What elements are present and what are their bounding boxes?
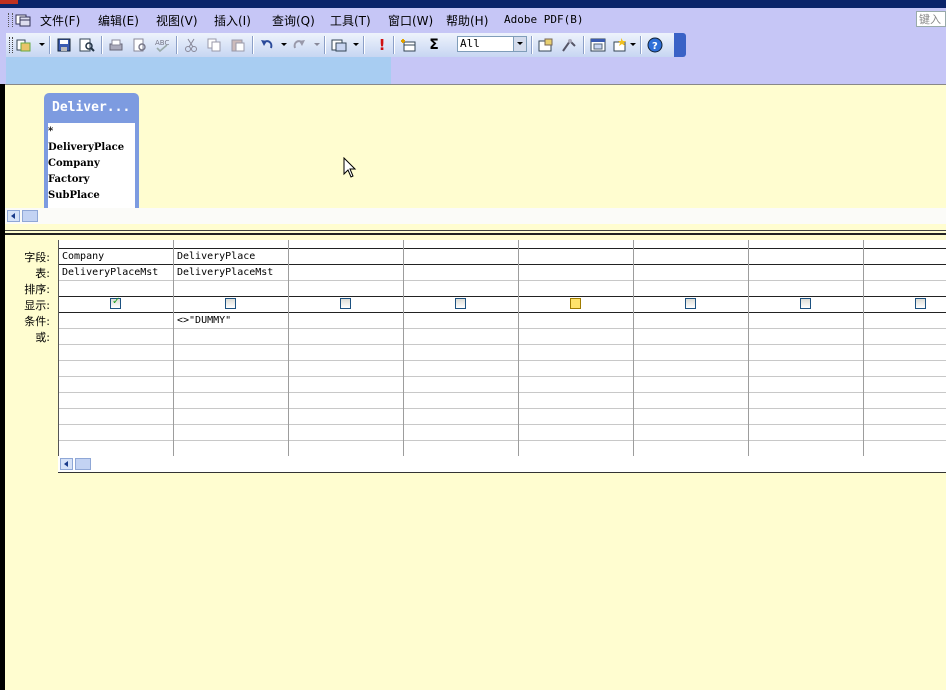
- show-checkbox[interactable]: [225, 298, 236, 309]
- new-object-icon[interactable]: [612, 37, 628, 53]
- toolbar-dock-area: [6, 56, 391, 84]
- table-pane-scrollbar[interactable]: [5, 208, 946, 224]
- view-icon[interactable]: [16, 37, 32, 53]
- toolbar-separator: [640, 36, 642, 54]
- field-list-item[interactable]: *: [48, 126, 53, 137]
- table-pane: [5, 85, 946, 208]
- undo-dropdown-arrow[interactable]: [281, 43, 287, 46]
- menu-grip[interactable]: [8, 13, 13, 27]
- toolbar-separator: [393, 36, 395, 54]
- table-field-list[interactable]: Deliver... * DeliveryPlace Company Facto…: [44, 93, 139, 208]
- redo-dropdown-arrow[interactable]: [314, 43, 320, 46]
- toolbar-separator: [252, 36, 254, 54]
- paste-icon[interactable]: [230, 37, 246, 53]
- menu-window[interactable]: 窗口(W): [388, 12, 433, 29]
- menu-query[interactable]: 查询(Q): [272, 12, 315, 29]
- toolbar-options-button[interactable]: [674, 33, 686, 57]
- print-icon[interactable]: [108, 37, 124, 53]
- grid-cell-table[interactable]: DeliveryPlaceMst: [177, 267, 273, 278]
- field-list-item[interactable]: DeliveryPlace: [48, 142, 124, 153]
- show-checkbox[interactable]: [455, 298, 466, 309]
- show-checkbox[interactable]: [800, 298, 811, 309]
- field-list-item[interactable]: Company: [48, 158, 100, 169]
- show-table-icon[interactable]: [400, 37, 416, 53]
- print-preview-icon[interactable]: [132, 37, 148, 53]
- row-label-table: 表:: [35, 267, 50, 280]
- top-values-combo[interactable]: All: [457, 36, 527, 52]
- scroll-thumb[interactable]: [22, 210, 38, 222]
- toolbar-separator: [49, 36, 51, 54]
- grid-left-border: [58, 240, 59, 472]
- svg-text:ABC: ABC: [155, 39, 169, 47]
- ask-question-box[interactable]: 键入: [916, 11, 946, 27]
- menu-help[interactable]: 帮助(H): [446, 12, 488, 29]
- show-checkbox[interactable]: ✓: [110, 296, 121, 309]
- show-checkbox[interactable]: [570, 298, 581, 309]
- menu-adobe-pdf[interactable]: Adobe PDF(B): [504, 13, 583, 26]
- save-icon[interactable]: [56, 37, 72, 53]
- svg-text:?: ?: [652, 41, 658, 52]
- grid-cell-field[interactable]: Company: [62, 251, 170, 262]
- redo-icon[interactable]: [291, 37, 307, 53]
- toolbar-separator: [176, 36, 178, 54]
- row-label-sort: 排序:: [24, 283, 50, 296]
- scroll-thumb[interactable]: [75, 458, 91, 470]
- toolbar-grip[interactable]: [9, 37, 13, 53]
- scroll-left-button[interactable]: [7, 210, 20, 222]
- top-values-value: All: [460, 37, 480, 50]
- query-design-toolbar: ABC ! Σ All ?: [6, 33, 686, 57]
- query-type-icon[interactable]: [331, 37, 347, 53]
- menu-tools[interactable]: 工具(T): [330, 12, 371, 29]
- undo-icon[interactable]: [259, 37, 275, 53]
- table-field-list-title[interactable]: Deliver...: [44, 93, 139, 117]
- menu-insert[interactable]: 插入(I): [214, 12, 251, 29]
- search-icon[interactable]: [79, 37, 95, 53]
- properties-icon[interactable]: [538, 37, 554, 53]
- toolbar-separator: [363, 36, 365, 54]
- row-label-show: 显示:: [24, 299, 50, 312]
- toolbar-separator: [583, 36, 585, 54]
- new-object-dropdown-arrow[interactable]: [630, 43, 636, 46]
- row-label-criteria: 条件:: [24, 315, 50, 328]
- field-list-item[interactable]: Factory: [48, 174, 90, 185]
- toolbar-separator: [531, 36, 533, 54]
- help-icon[interactable]: ?: [647, 37, 663, 53]
- close-corner: [0, 0, 18, 4]
- menu-edit[interactable]: 编辑(E): [98, 12, 139, 29]
- menu-bar: 文件(F) 编辑(E) 视图(V) 插入(I) 查询(Q) 工具(T) 窗口(W…: [6, 9, 946, 31]
- spelling-icon[interactable]: ABC: [154, 37, 170, 53]
- grid-cell-table[interactable]: DeliveryPlaceMst: [62, 267, 170, 278]
- toolbar-separator: [324, 36, 326, 54]
- query-type-dropdown-arrow[interactable]: [353, 43, 359, 46]
- field-list-item[interactable]: SubPlace: [48, 190, 100, 201]
- query-window-icon[interactable]: [15, 13, 31, 27]
- grid-cell-criteria[interactable]: <>"DUMMY": [177, 315, 285, 326]
- show-checkbox[interactable]: [340, 298, 351, 309]
- toolbar-separator: [101, 36, 103, 54]
- grid-cell-field[interactable]: DeliveryPlace: [177, 251, 285, 262]
- show-checkbox[interactable]: [915, 298, 926, 309]
- cut-icon[interactable]: [183, 37, 199, 53]
- grid-scrollbar[interactable]: [58, 456, 946, 473]
- row-label-field: 字段:: [24, 251, 50, 264]
- view-dropdown-arrow[interactable]: [39, 43, 45, 46]
- pane-splitter[interactable]: [5, 224, 946, 237]
- totals-icon[interactable]: Σ: [426, 37, 442, 53]
- copy-icon[interactable]: [206, 37, 222, 53]
- scroll-left-button[interactable]: [60, 458, 73, 470]
- top-values-dropdown-arrow[interactable]: [513, 37, 526, 51]
- show-checkbox[interactable]: [685, 298, 696, 309]
- row-label-or: 或:: [35, 331, 50, 344]
- mouse-cursor-icon: [343, 157, 357, 178]
- menu-view[interactable]: 视图(V): [156, 12, 198, 29]
- menu-file[interactable]: 文件(F): [40, 12, 80, 29]
- database-window-icon[interactable]: [590, 37, 606, 53]
- run-icon[interactable]: !: [374, 37, 390, 53]
- window-title-strip: [0, 0, 946, 8]
- build-icon[interactable]: [561, 37, 577, 53]
